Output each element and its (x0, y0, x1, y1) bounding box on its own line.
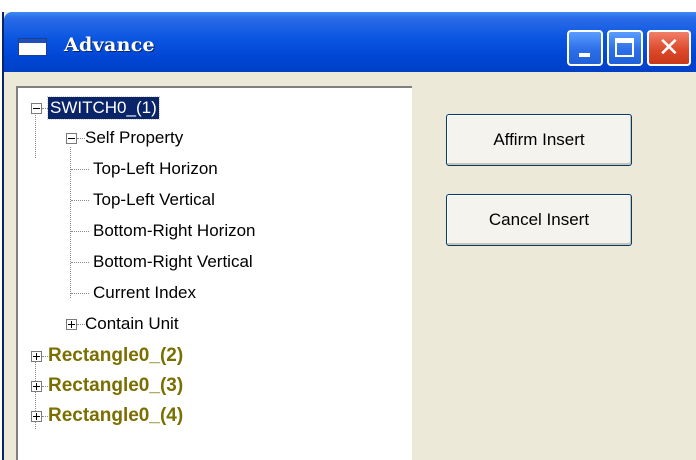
tree-node-rectangle[interactable]: Rectangle0_(2) (31, 342, 183, 370)
tree-leaf-label[interactable]: Bottom-Right Vertical (93, 252, 253, 272)
minimize-icon (579, 53, 590, 57)
advance-window: Advance ✕ SWITCH0_(1) Self Property Top-… (2, 12, 696, 460)
tree-leaf[interactable]: Top-Left Vertical (71, 186, 215, 214)
tree-leaf-label[interactable]: Bottom-Right Horizon (93, 221, 256, 241)
maximize-icon (615, 38, 634, 57)
minimize-button[interactable] (567, 30, 603, 66)
tree-leaf-label[interactable]: Top-Left Vertical (93, 190, 215, 210)
close-icon: ✕ (658, 33, 680, 63)
collapse-icon[interactable] (66, 132, 77, 144)
close-button[interactable]: ✕ (647, 30, 691, 66)
tree-leaf[interactable]: Top-Left Horizon (71, 155, 218, 183)
tree-node-label[interactable]: Rectangle0_(2) (48, 345, 183, 367)
tree-node-rectangle[interactable]: Rectangle0_(4) (31, 402, 183, 430)
tree-node-label[interactable]: Rectangle0_(4) (48, 405, 183, 427)
tree-node-root[interactable]: SWITCH0_(1) (31, 94, 160, 122)
tree-view[interactable]: SWITCH0_(1) Self Property Top-Left Horiz… (16, 86, 412, 460)
tree-node-label[interactable]: Self Property (85, 128, 183, 148)
maximize-button[interactable] (607, 30, 643, 66)
expand-icon[interactable] (31, 410, 42, 422)
affirm-insert-button[interactable]: Affirm Insert (446, 114, 632, 166)
tree-node-rectangle[interactable]: Rectangle0_(3) (31, 372, 183, 400)
tree-node-label[interactable]: Rectangle0_(3) (48, 375, 183, 397)
cancel-insert-button[interactable]: Cancel Insert (446, 194, 632, 246)
tree-node-self-property[interactable]: Self Property (66, 124, 183, 152)
window-title: Advance (64, 34, 155, 56)
tree-node-contain-unit[interactable]: Contain Unit (66, 310, 179, 338)
tree-leaf-label[interactable]: Current Index (93, 283, 196, 303)
expand-icon[interactable] (66, 318, 77, 330)
tree-node-label[interactable]: Contain Unit (85, 314, 179, 334)
collapse-icon[interactable] (31, 102, 42, 114)
tree-leaf[interactable]: Bottom-Right Vertical (71, 248, 253, 276)
expand-icon[interactable] (31, 380, 42, 392)
tree-leaf[interactable]: Current Index (71, 279, 196, 307)
expand-icon[interactable] (31, 350, 42, 362)
title-bar[interactable]: Advance ✕ (4, 12, 696, 72)
tree-leaf[interactable]: Bottom-Right Horizon (71, 217, 256, 245)
tree-node-label[interactable]: SWITCH0_(1) (47, 96, 160, 120)
tree-leaf-label[interactable]: Top-Left Horizon (93, 159, 218, 179)
window-icon (18, 38, 47, 56)
